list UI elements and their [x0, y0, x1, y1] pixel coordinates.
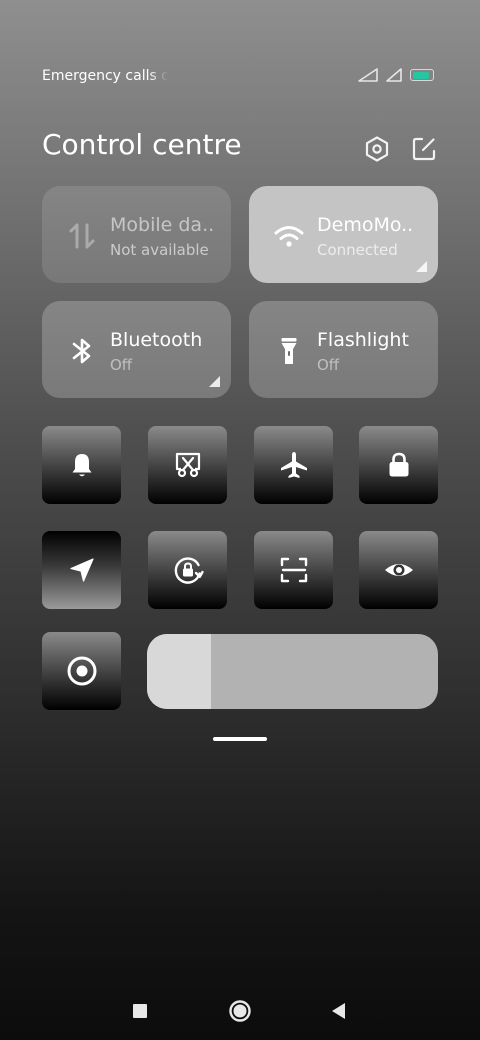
bluetooth-icon	[72, 338, 91, 364]
battery-level-fill	[412, 71, 430, 79]
rotation-lock-icon	[174, 557, 204, 584]
wifi-label: DemoMo..	[317, 214, 414, 236]
wifi-tile[interactable]: DemoMo.. Connected	[249, 186, 438, 283]
scanner-toggle[interactable]	[254, 531, 333, 609]
expand-corner-icon[interactable]	[209, 376, 220, 387]
wifi-icon	[274, 226, 304, 247]
carrier-status-text: Emergency calls only	[42, 68, 168, 84]
record-icon	[67, 656, 96, 686]
signal-icon	[358, 68, 378, 82]
bluetooth-status: Off	[110, 356, 133, 374]
screen-recorder-toggle[interactable]	[42, 632, 121, 710]
mobile-data-tile[interactable]: Mobile da.. Not available	[42, 186, 231, 283]
airplane-mode-toggle[interactable]	[254, 426, 333, 504]
flashlight-tile[interactable]: Flashlight Off	[249, 301, 438, 398]
eye-icon	[384, 564, 413, 576]
edit-button[interactable]	[409, 134, 439, 164]
bluetooth-label: Bluetooth	[110, 329, 203, 351]
mobile-data-icon	[69, 223, 95, 249]
back-triangle-icon	[332, 1003, 345, 1019]
screenshot-toggle[interactable]	[148, 426, 227, 504]
bluetooth-tile[interactable]: Bluetooth Off	[42, 301, 231, 398]
page-title: Control centre	[42, 128, 242, 161]
recents-button[interactable]	[125, 996, 155, 1026]
mobile-data-status: Not available	[110, 241, 209, 259]
screenshot-scissors-icon	[175, 452, 200, 478]
location-arrow-icon	[69, 558, 94, 582]
mobile-data-label: Mobile da..	[110, 214, 214, 236]
bell-icon	[72, 454, 91, 477]
settings-hexagon-icon	[365, 136, 389, 162]
flashlight-status: Off	[317, 356, 340, 374]
home-button[interactable]	[225, 996, 255, 1026]
lock-icon	[389, 452, 408, 477]
location-toggle[interactable]	[42, 531, 121, 609]
edit-icon	[412, 137, 436, 161]
signal-icon	[386, 68, 402, 82]
flashlight-label: Flashlight	[317, 329, 409, 351]
auto-rotate-toggle[interactable]	[148, 531, 227, 609]
settings-button[interactable]	[362, 134, 392, 164]
battery-icon	[410, 69, 434, 81]
sound-toggle[interactable]	[42, 426, 121, 504]
lock-screen-toggle[interactable]	[359, 426, 438, 504]
flashlight-icon	[281, 338, 297, 364]
brightness-level-fill	[147, 634, 212, 709]
scan-icon	[280, 557, 307, 583]
panel-handle[interactable]	[213, 737, 267, 741]
reading-mode-toggle[interactable]	[359, 531, 438, 609]
wifi-status: Connected	[317, 241, 398, 259]
expand-corner-icon[interactable]	[416, 261, 427, 272]
airplane-icon	[280, 452, 307, 478]
recents-square-icon	[133, 1004, 147, 1018]
home-circle-icon	[229, 1000, 251, 1022]
brightness-slider[interactable]	[147, 634, 438, 709]
back-button[interactable]	[324, 996, 354, 1026]
